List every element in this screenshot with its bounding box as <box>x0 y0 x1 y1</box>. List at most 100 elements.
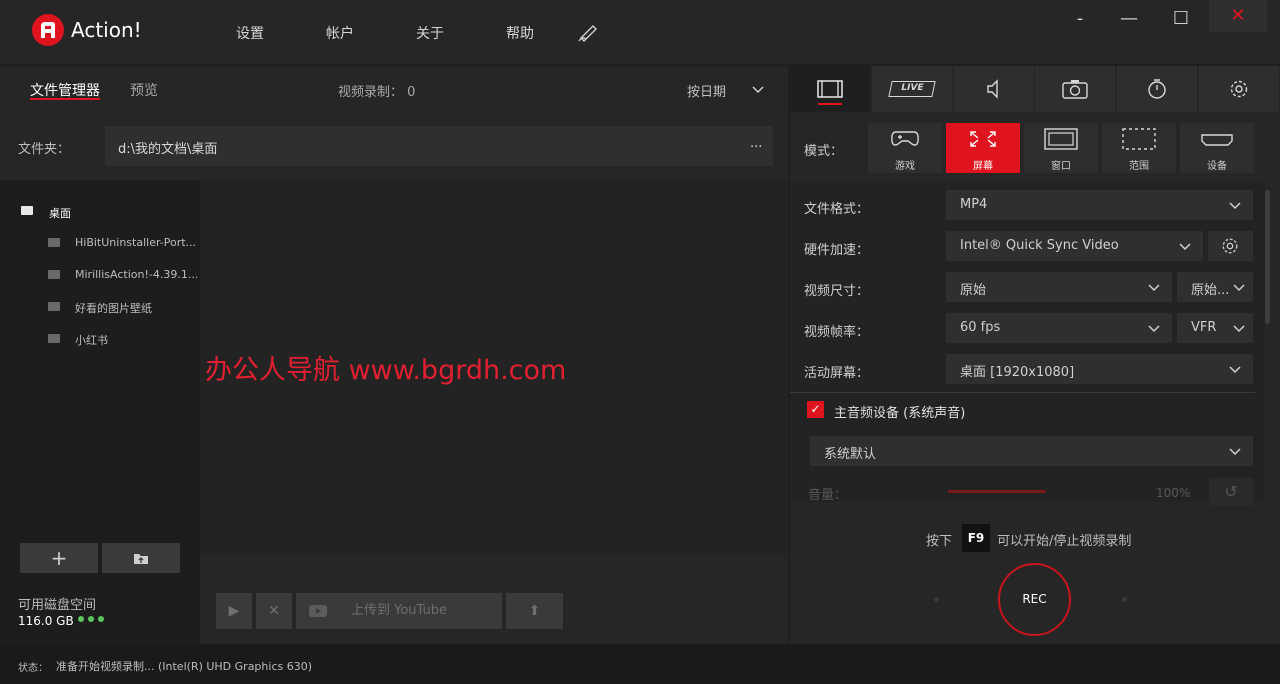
folder-tree <box>0 180 200 644</box>
upload-youtube-button[interactable]: 上传到 YouTube <box>296 593 502 629</box>
indicator-dot <box>934 597 939 602</box>
hotkey-key: F9 <box>962 524 990 552</box>
tab-video[interactable] <box>790 66 870 112</box>
tree-item[interactable]: 好看的图片壁纸 <box>75 300 152 316</box>
pen-icon[interactable] <box>578 22 600 46</box>
settings-scrollbar[interactable] <box>1265 190 1270 324</box>
hw-accel-select[interactable]: Intel® Quick Sync Video <box>946 231 1203 261</box>
mode-window-button[interactable]: 窗口 <box>1024 123 1098 173</box>
tab-file-manager[interactable]: 文件管理器 <box>30 80 100 100</box>
tab-audio[interactable] <box>954 66 1034 112</box>
folder-icon <box>48 334 60 343</box>
hotkey-description: 可以开始/停止视频录制 <box>997 534 1132 549</box>
active-screen-label: 活动屏幕： <box>804 366 870 381</box>
frame-rate-mode-select[interactable]: VFR <box>1177 313 1253 343</box>
menu-help[interactable]: 帮助 <box>506 23 534 43</box>
hw-accel-settings-button[interactable] <box>1208 231 1253 261</box>
delete-button[interactable]: ✕ <box>256 593 292 629</box>
tree-item[interactable]: 小红书 <box>75 332 108 348</box>
disk-space-value: 116.0 GB <box>18 614 74 628</box>
volume-value: 100% <box>1156 486 1191 500</box>
frame-rate-select[interactable]: 60 fps <box>946 313 1172 343</box>
chevron-down-icon <box>1179 236 1191 260</box>
indicator-dot <box>1122 597 1127 602</box>
youtube-icon <box>308 593 328 633</box>
mode-name: 范围 <box>1129 161 1149 172</box>
file-format-select[interactable]: MP4 <box>946 190 1253 220</box>
volume-slider[interactable] <box>948 490 1046 493</box>
chevron-down-icon <box>1229 195 1241 219</box>
divider <box>790 392 1255 393</box>
chevron-down-icon[interactable] <box>752 83 764 98</box>
status-label: 状态： <box>18 663 48 674</box>
video-size-select[interactable]: 原始 <box>946 272 1172 302</box>
audio-device-value: 系统默认 <box>824 447 877 462</box>
reset-icon[interactable]: ↺ <box>1209 478 1253 506</box>
minimize-button[interactable]: — <box>1117 8 1141 32</box>
fullscreen-icon <box>970 131 996 147</box>
frame-rate-mode-value: VFR <box>1191 320 1217 335</box>
add-folder-button[interactable]: + <box>20 543 98 573</box>
tree-item-root[interactable]: 桌面 <box>49 205 71 221</box>
upload-button[interactable]: ⬆ <box>506 593 563 629</box>
hotkey-prefix: 按下 <box>926 534 953 549</box>
folder-icon <box>48 302 60 311</box>
tab-preview[interactable]: 预览 <box>130 80 158 100</box>
mode-name: 屏幕 <box>973 161 993 172</box>
disk-space-label: 可用磁盘空间 <box>18 598 97 613</box>
mode-region-button[interactable]: 范围 <box>1102 123 1176 173</box>
active-tab-indicator <box>818 103 842 105</box>
record-button[interactable]: REC <box>998 563 1071 636</box>
hw-accel-label: 硬件加速： <box>804 243 870 258</box>
mode-label: 模式： <box>804 144 844 159</box>
maximize-button[interactable]: ☐ <box>1169 8 1193 32</box>
browse-folder-button[interactable]: ... <box>750 136 762 151</box>
frame-rate-value: 60 fps <box>960 320 1001 335</box>
close-button[interactable]: ✕ <box>1209 0 1267 32</box>
video-size-secondary-select[interactable]: 原始... <box>1177 272 1253 302</box>
audio-device-select[interactable]: 系统默认 <box>810 436 1253 466</box>
chevron-down-icon <box>1229 441 1241 465</box>
chevron-down-icon <box>1229 359 1241 383</box>
frame-rate-label: 视频帧率： <box>804 325 870 340</box>
open-folder-button[interactable] <box>102 543 180 573</box>
mode-name: 设备 <box>1207 161 1227 172</box>
video-size-value: 原始 <box>960 283 987 298</box>
tab-settings[interactable] <box>1199 66 1279 112</box>
menu-account[interactable]: 帐户 <box>326 23 354 43</box>
hdmi-icon <box>1201 134 1233 146</box>
video-size-secondary-value: 原始... <box>1191 283 1230 298</box>
tree-item[interactable]: MirillisAction!-4.39.1... <box>75 268 197 281</box>
live-icon: LIVE <box>888 81 936 97</box>
mode-name: 窗口 <box>1051 161 1071 172</box>
play-button[interactable]: ▶ <box>216 593 252 629</box>
gear-icon <box>1222 238 1238 254</box>
window-icon <box>1044 128 1078 150</box>
folder-icon <box>48 238 60 247</box>
audio-device-checkbox[interactable]: ✓ <box>807 401 824 418</box>
tab-live[interactable]: LIVE <box>872 66 952 112</box>
gear-icon <box>1230 80 1248 98</box>
menu-about[interactable]: 关于 <box>416 23 444 43</box>
tab-screenshot[interactable] <box>1035 66 1115 112</box>
mode-device-button[interactable]: 设备 <box>1180 123 1254 173</box>
tree-item[interactable]: HiBitUninstaller-Port... <box>75 236 197 249</box>
folder-label: 文件夹： <box>18 142 71 157</box>
disk-status-dot <box>78 616 84 622</box>
file-format-label: 文件格式： <box>804 202 870 217</box>
tab-timer[interactable] <box>1117 66 1197 112</box>
active-screen-select[interactable]: 桌面 [1920x1080] <box>946 354 1253 384</box>
menu-settings[interactable]: 设置 <box>236 23 264 43</box>
sort-dropdown[interactable]: 按日期 <box>687 81 726 100</box>
chevron-down-icon <box>1148 277 1160 301</box>
volume-label: 音量： <box>808 488 848 503</box>
mode-screen-button[interactable]: 屏幕 <box>946 123 1020 173</box>
gamepad-icon <box>891 131 919 146</box>
hw-accel-value: Intel® Quick Sync Video <box>960 238 1119 253</box>
mode-game-button[interactable]: 游戏 <box>868 123 942 173</box>
active-screen-value: 桌面 [1920x1080] <box>960 365 1075 380</box>
status-text: 准备开始视频录制... (Intel(R) UHD Graphics 630) <box>56 660 313 673</box>
minimize-small-button[interactable]: - <box>1070 8 1090 32</box>
app-logo-icon <box>32 14 64 46</box>
mode-name: 游戏 <box>895 161 915 172</box>
